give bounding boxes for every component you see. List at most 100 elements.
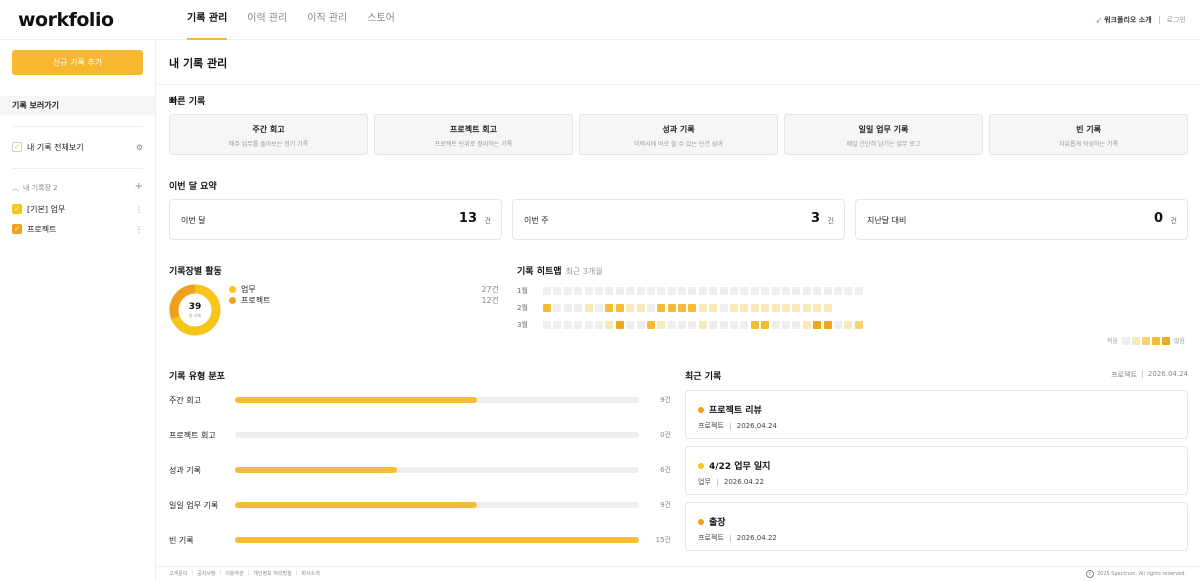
heatmap-cell[interactable] [626, 287, 635, 295]
heatmap-cell[interactable] [719, 304, 728, 312]
heatmap-cell[interactable] [543, 321, 551, 329]
sidebar-item-all-records[interactable]: ✓ 내 기록 전체보기 ⚙ [12, 140, 143, 154]
heatmap-cell[interactable] [792, 304, 801, 312]
heatmap-cell[interactable] [844, 287, 853, 295]
heatmap-cell[interactable] [688, 321, 697, 329]
heatmap-cell[interactable] [553, 287, 562, 295]
sidebar-item-book-work[interactable]: ✓ [기본] 업무 ⋮ [12, 202, 143, 216]
heatmap-cell[interactable] [750, 287, 759, 295]
heatmap-cell[interactable] [698, 304, 707, 312]
nav-job-change-manage[interactable]: 이직 관리 [300, 0, 354, 40]
heatmap-cell[interactable] [844, 321, 853, 329]
heatmap-cell[interactable] [678, 287, 687, 295]
heatmap-cell[interactable] [823, 287, 832, 295]
heatmap-cell[interactable] [574, 287, 583, 295]
footer-link[interactable]: 공지사항 [197, 570, 215, 577]
heatmap-cell[interactable] [802, 321, 811, 329]
heatmap-cell[interactable] [688, 287, 697, 295]
heatmap-cell[interactable] [833, 287, 842, 295]
heatmap-cell[interactable] [719, 321, 728, 329]
quick-card-achievement[interactable]: 성과 기록 이력서에 바로 쓸 수 있는 단건 성과 [579, 114, 778, 155]
recent-record-card[interactable]: 프로젝트 리뷰 프로젝트 2026.04.24 [685, 390, 1188, 439]
new-record-button[interactable]: 신규 기록 추가 [12, 50, 143, 75]
heatmap-cell[interactable] [698, 287, 707, 295]
heatmap-cell[interactable] [854, 321, 863, 329]
logo[interactable]: workfolio [18, 9, 114, 31]
heatmap-cell[interactable] [761, 287, 770, 295]
heatmap-cell[interactable] [657, 321, 666, 329]
heatmap-cell[interactable] [543, 287, 551, 295]
heatmap-cell[interactable] [730, 304, 739, 312]
heatmap-cell[interactable] [792, 321, 801, 329]
heatmap-cell[interactable] [813, 321, 822, 329]
heatmap-cell[interactable] [563, 304, 572, 312]
heatmap-cell[interactable] [771, 304, 780, 312]
heatmap-cell[interactable] [605, 321, 614, 329]
footer-link[interactable]: 고객문의 [169, 570, 187, 577]
more-icon[interactable]: ⋮ [135, 205, 143, 214]
heatmap-cell[interactable] [574, 304, 583, 312]
heatmap-cell[interactable] [636, 321, 645, 329]
heatmap-cell[interactable] [750, 321, 759, 329]
heatmap-cell[interactable] [584, 304, 593, 312]
notebook-group-header[interactable]: ︿ 내 기록장 2 + [12, 182, 143, 193]
quick-card-blank[interactable]: 빈 기록 자유롭게 작성하는 기록 [989, 114, 1188, 155]
heatmap-cell[interactable] [854, 287, 863, 295]
add-icon[interactable]: + [135, 182, 143, 193]
heatmap-cell[interactable] [626, 304, 635, 312]
heatmap-cell[interactable] [667, 304, 676, 312]
heatmap-cell[interactable] [730, 287, 739, 295]
heatmap-cell[interactable] [823, 304, 832, 312]
heatmap-cell[interactable] [792, 287, 801, 295]
heatmap-cell[interactable] [771, 321, 780, 329]
recent-meta-book[interactable]: 프로젝트 [1111, 370, 1137, 380]
heatmap-cell[interactable] [553, 321, 562, 329]
heatmap-cell[interactable] [615, 304, 624, 312]
quick-card-project[interactable]: 프로젝트 회고 프로젝트 단위로 정리하는 기록 [374, 114, 573, 155]
heatmap-cell[interactable] [553, 304, 562, 312]
check-icon[interactable]: ✓ [12, 224, 22, 234]
heatmap-cell[interactable] [594, 287, 603, 295]
quick-card-weekly[interactable]: 주간 회고 매주 업무를 돌아보는 정기 기록 [169, 114, 368, 155]
heatmap-cell[interactable] [771, 287, 780, 295]
footer-link[interactable]: 회사소개 [301, 570, 319, 577]
recent-record-card[interactable]: 출장 프로젝트 2026.04.22 [685, 502, 1188, 551]
heatmap-cell[interactable] [615, 321, 624, 329]
nav-store[interactable]: 스토어 [360, 0, 402, 40]
heatmap-cell[interactable] [636, 304, 645, 312]
heatmap-cell[interactable] [646, 287, 655, 295]
heatmap-cell[interactable] [833, 321, 842, 329]
heatmap-cell[interactable] [740, 304, 749, 312]
heatmap-cell[interactable] [563, 321, 572, 329]
gear-icon[interactable]: ⚙ [136, 143, 143, 152]
heatmap-cell[interactable] [781, 304, 790, 312]
heatmap-cell[interactable] [802, 304, 811, 312]
heatmap-cell[interactable] [761, 321, 770, 329]
heatmap-cell[interactable] [657, 287, 666, 295]
heatmap-cell[interactable] [605, 304, 614, 312]
more-icon[interactable]: ⋮ [135, 225, 143, 234]
heatmap-cell[interactable] [823, 321, 832, 329]
footer-link[interactable]: 개인정보 처리방침 [253, 570, 291, 577]
heatmap-cell[interactable] [574, 321, 583, 329]
heatmap-cell[interactable] [781, 287, 790, 295]
heatmap-cell[interactable] [688, 304, 697, 312]
heatmap-cell[interactable] [626, 321, 635, 329]
heatmap-cell[interactable] [761, 304, 770, 312]
heatmap-cell[interactable] [584, 321, 593, 329]
heatmap-cell[interactable] [563, 287, 572, 295]
check-icon[interactable]: ✓ [12, 142, 22, 152]
sidebar-item-book-project[interactable]: ✓ 프로젝트 ⋮ [12, 222, 143, 236]
heatmap-cell[interactable] [750, 304, 759, 312]
heatmap-cell[interactable] [646, 321, 655, 329]
recent-record-card[interactable]: 4/22 업무 일지 업무 2026.04.22 [685, 446, 1188, 495]
heatmap-cell[interactable] [594, 321, 603, 329]
heatmap-cell[interactable] [584, 287, 593, 295]
nav-career-manage[interactable]: 이력 관리 [240, 0, 294, 40]
heatmap-cell[interactable] [802, 287, 811, 295]
heatmap-cell[interactable] [605, 287, 614, 295]
heatmap-cell[interactable] [646, 304, 655, 312]
heatmap-cell[interactable] [781, 321, 790, 329]
heatmap-cell[interactable] [709, 287, 718, 295]
heatmap-cell[interactable] [667, 287, 676, 295]
